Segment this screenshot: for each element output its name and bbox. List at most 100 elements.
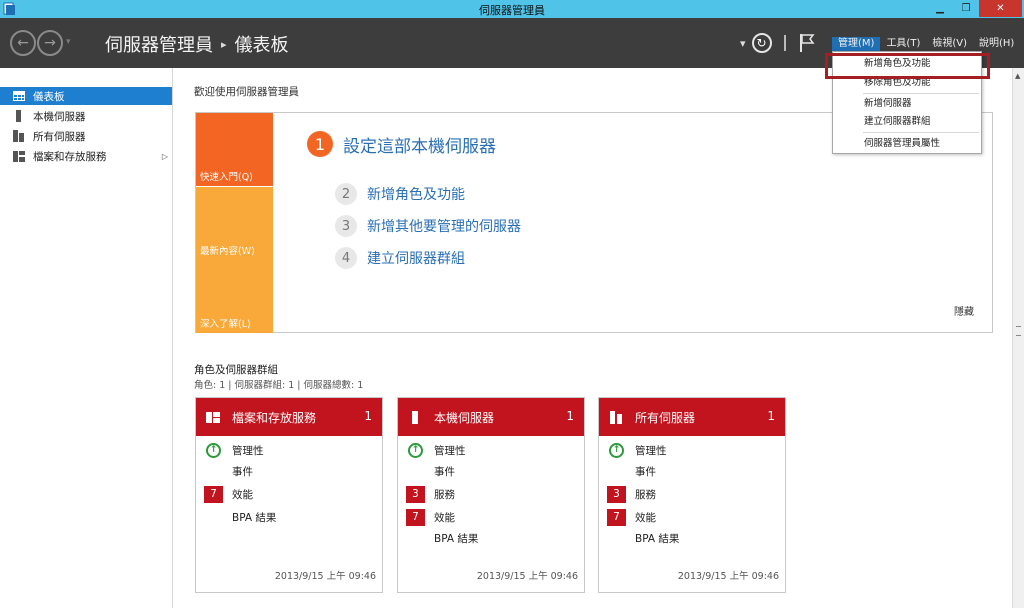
refresh-icon[interactable]: ↻ — [751, 33, 772, 53]
row-events[interactable]: 事件 — [406, 462, 455, 480]
row-label: 管理性 — [635, 444, 667, 457]
history-dropdown-icon[interactable]: ▾ — [66, 37, 71, 47]
menu-item-add-servers[interactable]: 新增伺服器 — [833, 96, 981, 111]
row-label: 效能 — [434, 511, 455, 524]
close-button[interactable]: ✕ — [979, 0, 1022, 17]
ok-status-icon: ↑ — [609, 442, 624, 458]
row-label: 服務 — [434, 488, 455, 501]
card-timestamp: 2013/9/15 上午 09:46 — [274, 571, 376, 582]
step-number: 2 — [335, 183, 357, 205]
menu-item-properties[interactable]: 伺服器管理員屬性 — [833, 136, 981, 151]
menu-view[interactable]: 檢視(V) — [926, 37, 973, 51]
step-link[interactable]: 建立伺服器群組 — [367, 248, 465, 268]
menu-tools[interactable]: 工具(T) — [880, 37, 926, 51]
dashboard-icon — [13, 91, 25, 101]
step-add-roles[interactable]: 2 新增角色及功能 — [335, 183, 465, 205]
tile-learn-more[interactable]: 深入了解(L) — [196, 260, 273, 333]
forward-button[interactable]: → — [37, 30, 63, 56]
breadcrumb-root[interactable]: 伺服器管理員 — [105, 31, 213, 57]
row-manageability[interactable]: ↑ 管理性 — [607, 441, 667, 459]
row-label: 事件 — [232, 465, 253, 478]
restore-button[interactable]: ❐ — [953, 0, 979, 17]
card-header[interactable]: 本機伺服器 1 — [398, 398, 584, 436]
card-header[interactable]: 檔案和存放服務 1 — [196, 398, 382, 436]
minimize-button[interactable]: ▁ — [927, 0, 953, 17]
sidebar-item-dashboard[interactable]: 儀表板 — [0, 87, 172, 105]
row-bpa-results[interactable]: BPA 結果 — [204, 508, 276, 526]
row-performance[interactable]: 7 效能 — [607, 508, 656, 526]
alert-count-badge: 3 — [406, 485, 425, 503]
row-label: 事件 — [635, 465, 656, 478]
sidebar-item-file-storage[interactable]: 檔案和存放服務 ▷ — [0, 147, 172, 165]
menu-separator — [863, 132, 979, 133]
breadcrumb-separator-icon: ▸ — [221, 37, 227, 51]
tile-label: 快速入門(Q) — [200, 172, 253, 183]
title-bar: 伺服器管理員 ▁ ❐ ✕ — [0, 0, 1024, 18]
back-arrow-icon: ← — [17, 35, 29, 51]
row-label: 效能 — [232, 488, 253, 501]
card-count: 1 — [364, 409, 372, 423]
group-card-local-server[interactable]: 本機伺服器 1 ↑ 管理性 事件 3 服務 7 效能 BPA 結果 2013/9… — [397, 397, 585, 593]
vertical-scrollbar[interactable]: ▲ — [1012, 68, 1024, 608]
row-bpa-results[interactable]: BPA 結果 — [406, 529, 478, 547]
row-manageability[interactable]: ↑ 管理性 — [406, 441, 466, 459]
menu-bar: 管理(M) 工具(T) 檢視(V) 說明(H) — [832, 37, 1020, 51]
sidebar-item-local-server[interactable]: 本機伺服器 — [0, 107, 172, 125]
menu-help[interactable]: 說明(H) — [973, 37, 1020, 51]
row-events[interactable]: 事件 — [204, 462, 253, 480]
sidebar-item-label: 檔案和存放服務 — [33, 150, 107, 163]
card-timestamp: 2013/9/15 上午 09:46 — [476, 571, 578, 582]
group-card-all-servers[interactable]: 所有伺服器 1 ↑ 管理性 事件 3 服務 7 效能 BPA 結果 2013/9… — [598, 397, 786, 593]
scroll-thumb[interactable] — [1016, 326, 1021, 336]
group-card-file-storage[interactable]: 檔案和存放服務 1 ↑ 管理性 事件 7 效能 BPA 結果 2013/9/15… — [195, 397, 383, 593]
scroll-up-icon[interactable]: ▲ — [1015, 72, 1020, 80]
expand-arrow-icon[interactable]: ▷ — [162, 152, 168, 161]
row-events[interactable]: 事件 — [607, 462, 656, 480]
row-performance[interactable]: 7 效能 — [204, 485, 253, 503]
step-link[interactable]: 新增其他要管理的伺服器 — [367, 216, 521, 236]
refresh-dropdown-icon[interactable]: ▾ — [740, 37, 746, 50]
ok-status-icon: ↑ — [206, 442, 221, 458]
servers-icon — [610, 411, 622, 424]
row-performance[interactable]: 7 效能 — [406, 508, 455, 526]
step-add-servers[interactable]: 3 新增其他要管理的伺服器 — [335, 215, 521, 237]
row-bpa-results[interactable]: BPA 結果 — [607, 529, 679, 547]
row-services[interactable]: 3 服務 — [607, 485, 656, 503]
forward-arrow-icon: → — [44, 35, 56, 51]
ok-status-icon: ↑ — [408, 442, 423, 458]
sidebar: 儀表板 本機伺服器 所有伺服器 檔案和存放服務 ▷ — [0, 68, 173, 608]
row-label: 事件 — [434, 465, 455, 478]
menu-item-create-group[interactable]: 建立伺服器群組 — [833, 114, 981, 129]
menu-manage[interactable]: 管理(M) — [832, 37, 881, 51]
breadcrumb: 伺服器管理員 ▸ 儀表板 — [105, 31, 289, 57]
hide-link[interactable]: 隱藏 — [954, 303, 974, 318]
step-number: 1 — [307, 131, 333, 157]
highlight-annotation-box — [825, 53, 990, 79]
row-manageability[interactable]: ↑ 管理性 — [204, 441, 264, 459]
step-configure-local-server[interactable]: 1 設定這部本機伺服器 — [307, 131, 496, 157]
back-button[interactable]: ← — [10, 30, 36, 56]
menu-separator — [863, 93, 979, 94]
alert-count-badge: 7 — [406, 508, 425, 526]
card-count: 1 — [767, 409, 775, 423]
tile-quick-start[interactable]: 快速入門(Q) — [196, 113, 273, 186]
breadcrumb-current: 儀表板 — [234, 35, 289, 56]
welcome-heading: 歡迎使用伺服器管理員 — [194, 86, 299, 98]
alert-count-badge: 3 — [607, 485, 626, 503]
step-link[interactable]: 新增角色及功能 — [367, 184, 465, 204]
step-create-group[interactable]: 4 建立伺服器群組 — [335, 247, 465, 269]
tile-whats-new[interactable]: 最新內容(W) — [196, 187, 273, 260]
notifications-flag-icon[interactable] — [798, 33, 816, 53]
step-link[interactable]: 設定這部本機伺服器 — [343, 132, 496, 157]
sidebar-item-all-servers[interactable]: 所有伺服器 — [0, 127, 172, 145]
row-label: BPA 結果 — [635, 532, 680, 545]
server-icon — [412, 411, 418, 424]
sidebar-item-label: 所有伺服器 — [33, 130, 86, 143]
servers-icon — [13, 130, 24, 142]
server-icon — [16, 110, 21, 122]
tile-label: 最新內容(W) — [200, 246, 255, 257]
row-services[interactable]: 3 服務 — [406, 485, 455, 503]
file-storage-icon — [206, 412, 220, 423]
card-header[interactable]: 所有伺服器 1 — [599, 398, 785, 436]
row-label: 效能 — [635, 511, 656, 524]
